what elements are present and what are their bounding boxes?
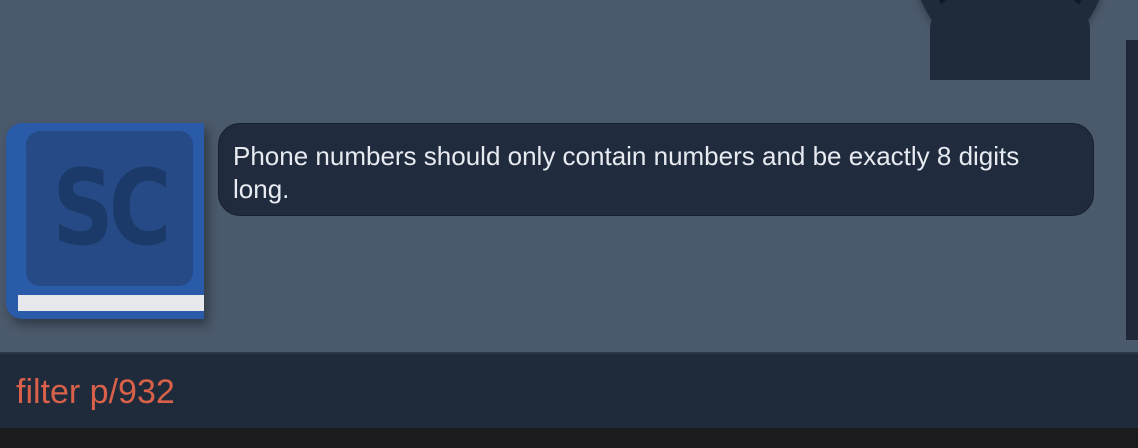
bottom-strip	[0, 428, 1138, 448]
chat-scrollbar[interactable]	[1126, 40, 1138, 340]
logo-text: SC	[52, 147, 171, 269]
command-input[interactable]	[16, 370, 1116, 414]
bot-message-bubble: Phone numbers should only contain number…	[218, 123, 1094, 216]
chat-area: SC Phone numbers should only contain num…	[0, 0, 1138, 352]
book-pages	[18, 295, 204, 311]
book-cover: SC	[26, 131, 193, 286]
bot-message-text: Phone numbers should only contain number…	[233, 141, 1020, 204]
user-avatar-icon	[912, 0, 1108, 80]
command-bar	[0, 352, 1138, 428]
sc-book-logo-icon: SC	[6, 123, 204, 319]
